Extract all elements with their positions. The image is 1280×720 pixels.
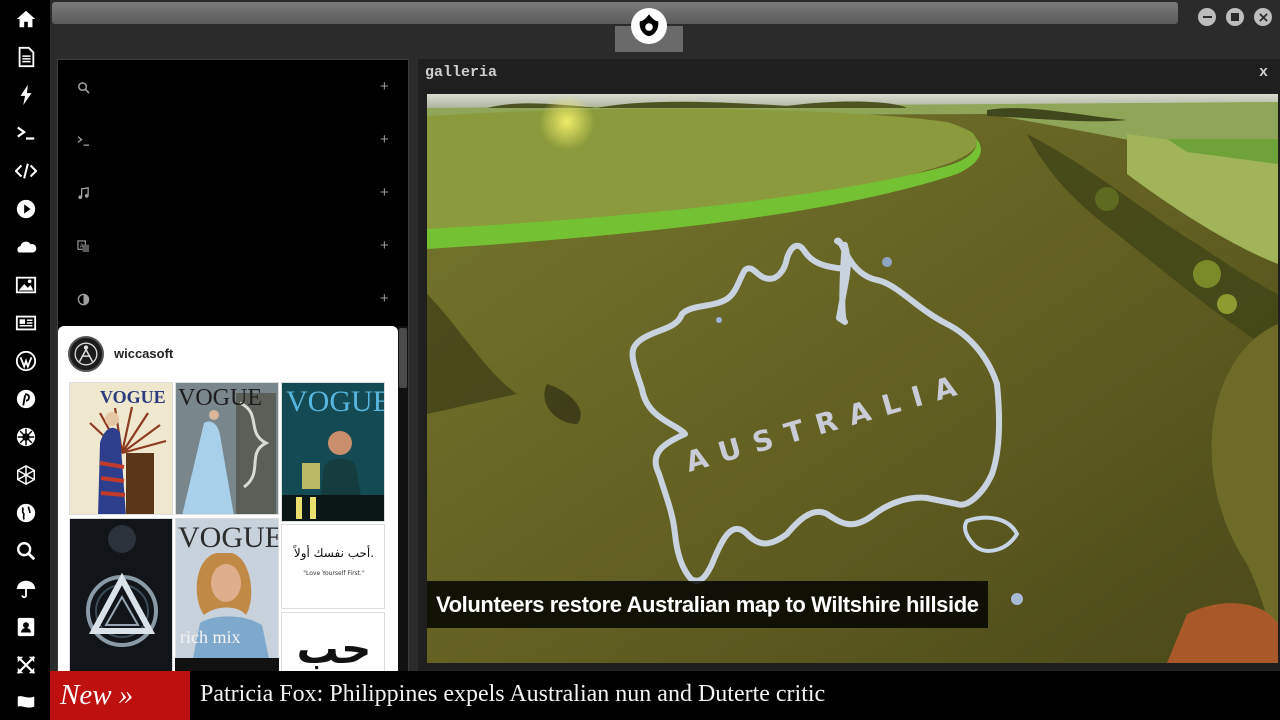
newspaper-icon[interactable] [12, 309, 40, 337]
arabic-quote-text: أحب نفسك أولاً. [293, 545, 374, 561]
feed-tile-partial[interactable] [175, 658, 279, 672]
galleria-window: galleria x AUSTRALIA Volunteers restore … [418, 59, 1280, 671]
vogue-cover-tile[interactable]: VOGUE [281, 382, 385, 522]
vogue-masthead: VOGUE [286, 385, 385, 418]
panel-row-contrast[interactable]: + [58, 272, 408, 325]
avatar[interactable] [68, 336, 104, 372]
home-icon[interactable] [12, 5, 40, 33]
search-icon[interactable] [12, 537, 40, 565]
cloud-icon[interactable] [12, 233, 40, 261]
arabic-love-text: حب [297, 624, 372, 672]
panel-row-music[interactable]: + [58, 166, 408, 219]
side-panel: + + + A + + wiccasoft VOGUE VOGUE VOGUE … [57, 59, 409, 672]
document-icon[interactable] [12, 43, 40, 71]
contact-card-icon[interactable] [12, 613, 40, 641]
vogue-subline: rich mix [180, 627, 241, 647]
address-bar[interactable] [52, 2, 1178, 24]
image-icon[interactable] [12, 271, 40, 299]
terminal-icon [76, 133, 90, 147]
network-icon[interactable] [12, 461, 40, 489]
pinterest-icon[interactable] [12, 385, 40, 413]
minimize-icon[interactable] [1198, 8, 1216, 26]
bolt-icon[interactable] [12, 81, 40, 109]
geometric-art-tile[interactable] [69, 518, 173, 672]
music-icon [76, 186, 90, 200]
globe-icon[interactable] [12, 499, 40, 527]
ticker-new-label[interactable]: New » [50, 671, 190, 720]
add-icon[interactable]: + [380, 131, 389, 148]
wordpress-icon[interactable] [12, 347, 40, 375]
contrast-icon [76, 292, 90, 306]
vogue-cover-tile[interactable]: VOGUE [175, 382, 279, 515]
play-icon[interactable] [12, 195, 40, 223]
panel-row-terminal[interactable]: + [58, 113, 408, 166]
panel-row-search[interactable]: + [58, 60, 408, 113]
empire-icon[interactable] [12, 423, 40, 451]
flag-icon[interactable] [12, 689, 40, 717]
search-icon [76, 80, 90, 94]
svg-text:A: A [79, 243, 83, 249]
maximize-icon[interactable] [1226, 8, 1244, 26]
app-rail [0, 0, 50, 720]
window-title: galleria [425, 64, 498, 81]
english-quote-text: "Love Yourself First." [303, 570, 365, 577]
translate-icon: A [76, 239, 90, 253]
gallery-image[interactable]: AUSTRALIA [427, 94, 1278, 663]
vogue-masthead: VOGUE [178, 521, 279, 554]
vogue-masthead: VOGUE [100, 387, 166, 407]
code-icon[interactable] [12, 157, 40, 185]
feed-username[interactable]: wiccasoft [114, 346, 173, 361]
expand-icon[interactable] [12, 651, 40, 679]
feed-scroll-thumb[interactable] [399, 328, 407, 388]
vogue-cover-tile[interactable]: VOGUE rich mix [175, 518, 279, 672]
desktop: + + + A + + wiccasoft VOGUE VOGUE VOGUE … [0, 0, 1280, 720]
umbrella-icon[interactable] [12, 575, 40, 603]
arabic-love-tile[interactable]: حب [281, 612, 385, 672]
close-button[interactable]: x [1259, 64, 1268, 81]
add-icon[interactable]: + [380, 237, 389, 254]
panel-row-translate[interactable]: A + [58, 219, 408, 272]
rebel-alliance-icon[interactable] [631, 8, 667, 44]
close-icon[interactable] [1254, 8, 1272, 26]
add-icon[interactable]: + [380, 184, 389, 201]
top-bar [50, 0, 1280, 52]
vogue-cover-tile[interactable]: VOGUE [69, 382, 173, 515]
terminal-icon[interactable] [12, 119, 40, 147]
image-caption: Volunteers restore Australian map to Wil… [427, 581, 988, 628]
ticker-headline[interactable]: Patricia Fox: Philippines expels Austral… [200, 671, 825, 720]
social-feed[interactable]: wiccasoft VOGUE VOGUE VOGUE VOGUE rich m… [58, 326, 398, 672]
vogue-masthead: VOGUE [178, 385, 262, 411]
news-ticker: New » Patricia Fox: Philippines expels A… [50, 671, 1280, 720]
add-icon[interactable]: + [380, 78, 389, 95]
add-icon[interactable]: + [380, 290, 389, 307]
arabic-quote-tile[interactable]: أحب نفسك أولاً. "Love Yourself First." [281, 524, 385, 609]
aerial-hillside-photo: AUSTRALIA [427, 94, 1278, 663]
